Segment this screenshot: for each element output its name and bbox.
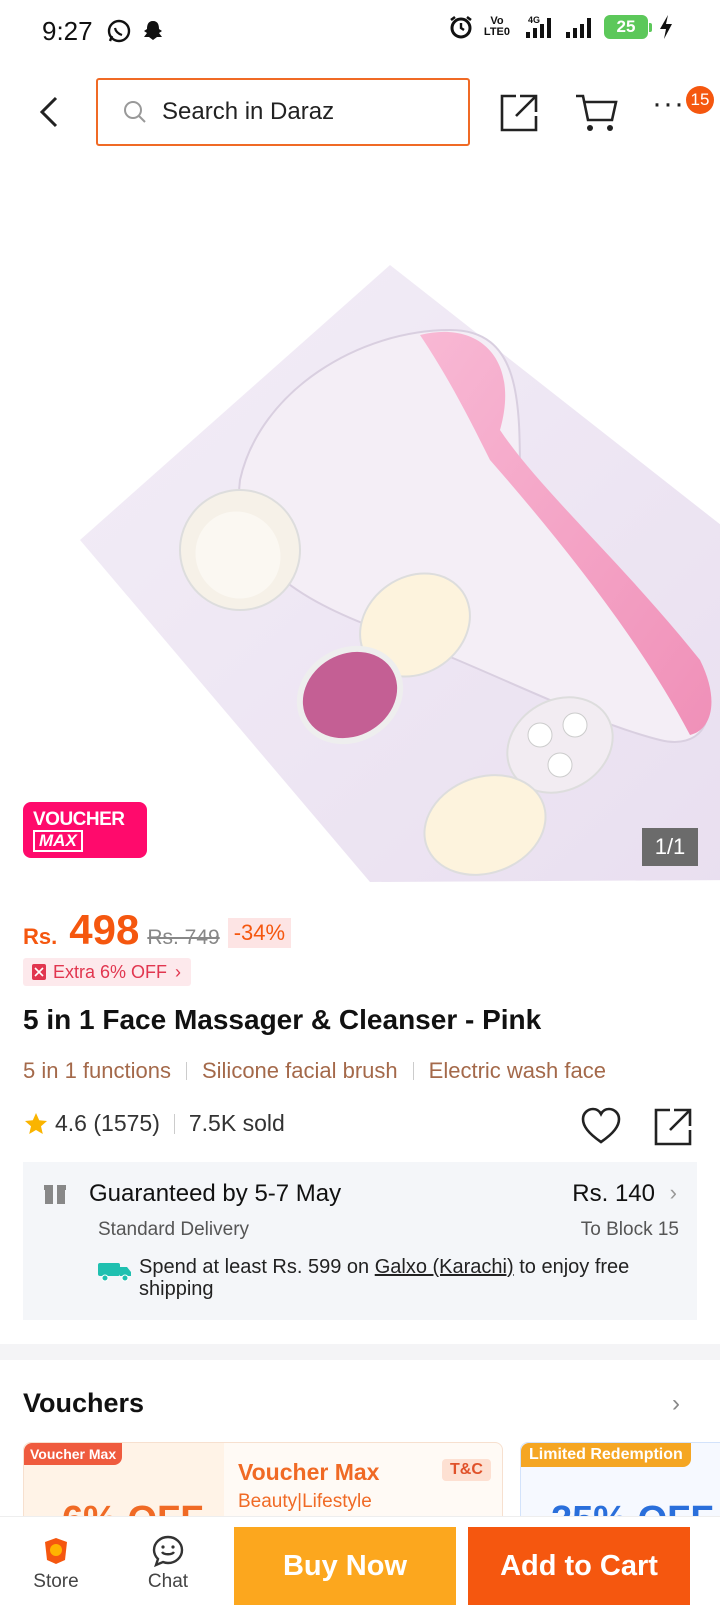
search-input[interactable]: Search in Daraz	[96, 78, 470, 146]
feature-separator	[185, 1062, 187, 1080]
battery-indicator: 25	[604, 15, 652, 39]
back-arrow-icon[interactable]	[30, 92, 70, 132]
delivery-fee: Rs. 140	[572, 1180, 655, 1207]
share-product-icon[interactable]	[652, 1106, 694, 1148]
free-shipping-text: Spend at least Rs. 599 on Galxo (Karachi…	[139, 1256, 679, 1300]
voucher-name: Voucher Max	[238, 1459, 380, 1485]
rating-separator	[173, 1113, 175, 1134]
coupon-icon	[32, 964, 46, 980]
alarm-icon	[450, 15, 472, 39]
chevron-right-icon: ›	[669, 1180, 677, 1205]
bottom-action-bar: Store Chat Buy Now Add to Cart	[0, 1516, 720, 1612]
cart-icon[interactable]	[574, 92, 620, 134]
system-icons: Vo LTE0 4G 25	[448, 14, 674, 40]
share-icon[interactable]	[496, 90, 540, 134]
cart-count-badge: 15	[686, 86, 714, 114]
snapchat-icon	[144, 21, 162, 40]
discount-badge: -34%	[227, 918, 292, 948]
current-price: 498	[69, 906, 140, 953]
delivery-type: Standard Delivery	[98, 1219, 250, 1240]
price-row: Rs. 498 Rs. 749 -34%	[23, 906, 292, 954]
star-icon	[25, 1112, 47, 1134]
delivery-destination: To Block 15	[580, 1219, 679, 1240]
face-massager-image	[80, 265, 720, 882]
add-to-cart-button[interactable]: Add to Cart	[468, 1527, 690, 1605]
voucher-max-subtext: MAX	[33, 830, 83, 852]
status-time: 9:27	[42, 16, 93, 46]
feature-tag: Silicone facial brush	[201, 1058, 398, 1083]
vouchers-chevron-icon[interactable]: ›	[672, 1390, 680, 1418]
delivery-card[interactable]: Guaranteed by 5-7 May Rs. 140 › Standard…	[23, 1162, 697, 1320]
feature-tag: 5 in 1 functions	[23, 1058, 171, 1083]
feature-tag: Electric wash face	[428, 1058, 606, 1083]
chevron-right-icon: ›	[175, 961, 182, 982]
voucher-category: Beauty|Lifestyle	[238, 1491, 372, 1512]
extra-off-chip[interactable]: Extra 6% OFF ›	[23, 958, 192, 986]
extra-off-text: Extra 6% OFF	[53, 961, 168, 982]
image-counter: 1/1	[642, 828, 698, 866]
notification-icons	[106, 18, 166, 44]
rating-row[interactable]: 4.6 (1575) 7.5K sold	[23, 1110, 285, 1137]
voucher-max-text: VOUCHER	[33, 809, 125, 830]
delivery-box-icon	[44, 1185, 66, 1204]
search-icon	[124, 101, 146, 123]
voucher-tag: Limited Redemption	[521, 1443, 691, 1467]
original-price: Rs. 749	[147, 926, 220, 949]
feature-separator	[412, 1062, 414, 1080]
price-currency: Rs.	[23, 924, 58, 949]
free-shipping-truck-icon	[98, 1263, 131, 1282]
voucher-max-badge: VOUCHER MAX	[23, 802, 147, 858]
store-button[interactable]: Store	[16, 1531, 96, 1593]
chat-icon	[152, 1535, 184, 1568]
section-divider	[0, 1344, 720, 1360]
rating-score: 4.6 (1575)	[55, 1110, 160, 1136]
vouchers-heading: Vouchers	[23, 1388, 145, 1418]
product-title: 5 in 1 Face Massager & Cleanser - Pink	[23, 1004, 542, 1035]
search-placeholder: Search in Daraz	[162, 98, 335, 125]
free-shipping-prefix: Spend at least Rs. 599 on	[139, 1256, 375, 1278]
terms-button[interactable]: T&C	[442, 1459, 491, 1481]
delivery-guarantee: Guaranteed by 5-7 May	[89, 1180, 342, 1207]
voucher-tag: Voucher Max	[24, 1443, 123, 1465]
store-icon	[45, 1538, 67, 1564]
chat-label: Chat	[147, 1571, 189, 1592]
svg-text:4G: 4G	[528, 15, 540, 25]
chat-button[interactable]: Chat	[128, 1531, 208, 1593]
whatsapp-icon	[107, 19, 131, 43]
top-navigation: Search in Daraz ··· 15	[0, 72, 720, 152]
status-bar: 9:27 Vo LTE0 4G 25	[0, 0, 720, 64]
product-image[interactable]	[0, 160, 720, 882]
wishlist-heart-icon[interactable]	[580, 1106, 622, 1146]
signal-icon	[566, 18, 591, 38]
store-link[interactable]: Galxo (Karachi)	[375, 1256, 514, 1278]
charging-bolt-icon	[660, 15, 672, 39]
signal-4g-icon: 4G	[526, 15, 551, 38]
store-label: Store	[33, 1571, 79, 1592]
volte-label: Vo LTE0	[483, 15, 510, 38]
buy-now-button[interactable]: Buy Now	[234, 1527, 456, 1605]
sold-count: 7.5K sold	[188, 1110, 285, 1136]
feature-tags: 5 in 1 functions Silicone facial brush E…	[23, 1058, 606, 1084]
